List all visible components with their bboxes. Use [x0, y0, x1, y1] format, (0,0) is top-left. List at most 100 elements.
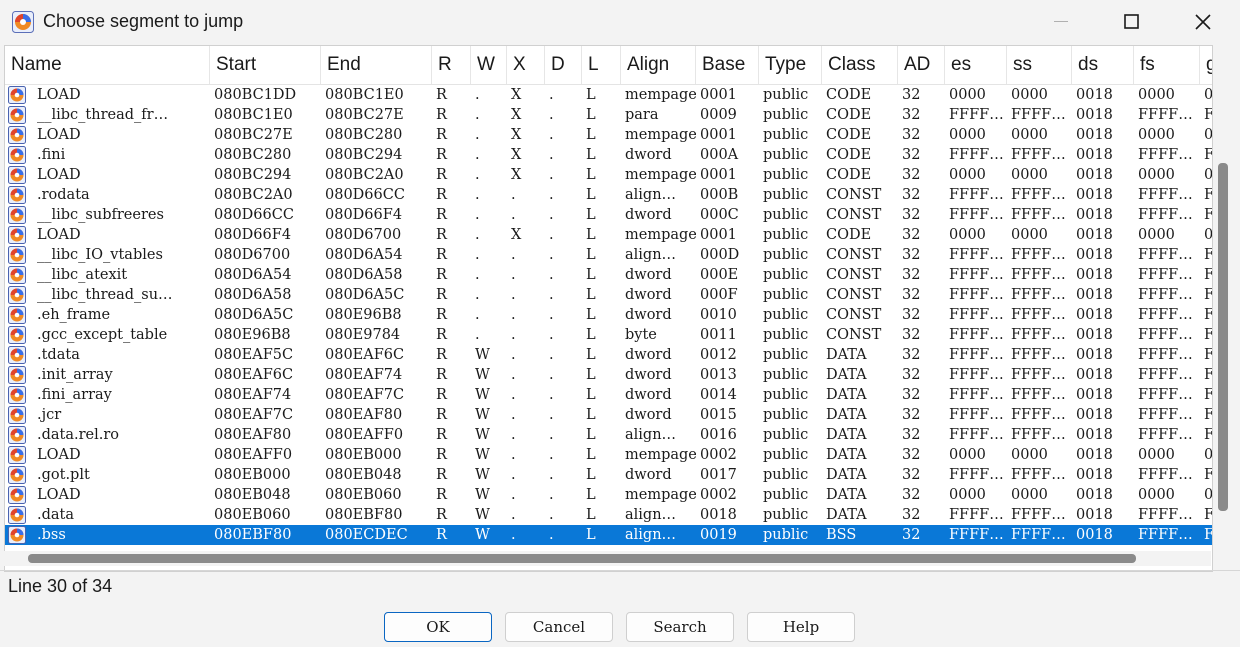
column-header-15[interactable]: ds — [1072, 46, 1134, 84]
table-row[interactable]: .tdata 080EAF5C 080EAF6C R W.. Ldword 0012 publ… — [5, 345, 1212, 365]
table-row[interactable]: __libc_atexit 080D6A54 080D6A58 R... Ldword 0… — [5, 265, 1212, 285]
cell-align: mempage — [625, 87, 696, 103]
minimize-button[interactable] — [1026, 0, 1096, 44]
cell-base: 0011 — [700, 327, 737, 343]
cell-w: W — [475, 467, 490, 483]
cell-x: . — [511, 287, 516, 303]
cell-l: L — [586, 267, 596, 283]
cell-end: 080BC280 — [325, 127, 403, 143]
column-header-17[interactable]: g — [1200, 46, 1212, 84]
cell-g: F — [1200, 525, 1212, 545]
cell-name: .got.plt — [37, 467, 90, 483]
table-row[interactable]: .jcr 080EAF7C 080EAF80 R W.. Ldword 0015 public… — [5, 405, 1212, 425]
column-header-9[interactable]: Base — [696, 46, 759, 84]
column-header-11[interactable]: Class — [822, 46, 898, 84]
cell-end: 080D66F4 — [325, 207, 403, 223]
cell-g: F — [1200, 505, 1212, 525]
column-header-10[interactable]: Type — [759, 46, 822, 84]
table-row[interactable]: .eh_frame 080D6A5C 080E96B8 R... Ldword 0010 p… — [5, 305, 1212, 325]
cell-align: dword — [625, 407, 672, 423]
column-header-2[interactable]: End — [321, 46, 432, 84]
table-row[interactable]: __libc_thread_fr… 080BC1E0 080BC27E R. X. Lpa… — [5, 105, 1212, 125]
horizontal-scroll-thumb[interactable] — [28, 554, 1136, 563]
cell-x: X — [511, 127, 522, 143]
column-header-16[interactable]: fs — [1134, 46, 1200, 84]
column-header-12[interactable]: AD — [898, 46, 945, 84]
table-row[interactable]: .fini_array 080EAF74 080EAF7C R W.. Ldword 001… — [5, 385, 1212, 405]
cancel-button[interactable]: Cancel — [505, 612, 613, 642]
cell-es: 0000 — [949, 447, 986, 463]
table-row[interactable]: LOAD 080BC294 080BC2A0 R. X. Lmempage 0001 publ… — [5, 165, 1212, 185]
column-header-3[interactable]: R — [432, 46, 471, 84]
table-row[interactable]: .data 080EB060 080EBF80 R W.. Lalign… 0018 publ… — [5, 505, 1212, 525]
search-button[interactable]: Search — [626, 612, 734, 642]
table-row[interactable]: .got.plt 080EB000 080EB048 R W.. Ldword 0017 pu… — [5, 465, 1212, 485]
cell-name: .gcc_except_table — [37, 327, 168, 343]
cell-fs: FFFF… — [1138, 327, 1193, 343]
segment-list[interactable]: Name Start End R W X D L Align Base Type Class AD es s… — [4, 45, 1213, 572]
cell-d: . — [549, 187, 554, 203]
cell-g: F — [1200, 365, 1212, 385]
cell-r: R — [436, 87, 447, 103]
column-header-5[interactable]: X — [507, 46, 545, 84]
table-row[interactable]: __libc_subfreeres 080D66CC 080D66F4 R... Ldw… — [5, 205, 1212, 225]
cell-es: FFFF… — [949, 287, 1004, 303]
horizontal-scrollbar[interactable] — [4, 551, 1211, 566]
cell-x: . — [511, 367, 516, 383]
cell-ss: 0000 — [1011, 127, 1048, 143]
cell-fs: FFFF… — [1138, 247, 1193, 263]
cell-g: 0 — [1204, 87, 1213, 103]
table-row[interactable]: LOAD 080D66F4 080D6700 R. X. Lmempage 0001 publ… — [5, 225, 1212, 245]
cell-type: public — [763, 387, 809, 403]
cell-x: . — [511, 447, 516, 463]
segment-icon — [8, 206, 26, 224]
cell-l: L — [586, 327, 596, 343]
cell-l: L — [586, 247, 596, 263]
cell-type: public — [763, 207, 809, 223]
cell-w: W — [475, 507, 490, 523]
table-row[interactable]: .gcc_except_table 080E96B8 080E9784 R... Lby… — [5, 325, 1212, 345]
vertical-scroll-thumb[interactable] — [1218, 163, 1228, 511]
column-header-7[interactable]: L — [582, 46, 621, 84]
table-row[interactable]: __libc_thread_su… 080D6A58 080D6A5C R... Ldw… — [5, 285, 1212, 305]
cell-name: .fini — [37, 147, 66, 163]
cell-align: dword — [625, 207, 672, 223]
column-header-0[interactable]: Name — [5, 46, 210, 84]
cell-es: FFFF… — [949, 467, 1004, 483]
cell-fs: 0000 — [1138, 87, 1175, 103]
cell-d: . — [549, 307, 554, 323]
column-header-1[interactable]: Start — [210, 46, 321, 84]
column-header-4[interactable]: W — [471, 46, 507, 84]
table-row[interactable]: LOAD 080BC1DD 080BC1E0 R. X. Lmempage 0001 publ… — [5, 85, 1212, 105]
table-row[interactable]: __libc_IO_vtables 080D6700 080D6A54 R... Lal… — [5, 245, 1212, 265]
table-row[interactable]: .rodata 080BC2A0 080D66CC R... Lalign… 000B pu… — [5, 185, 1212, 205]
cell-type: public — [763, 107, 809, 123]
cell-base: 0015 — [700, 407, 737, 423]
table-row[interactable]: .data.rel.ro 080EAF80 080EAFF0 R W.. Lalign… 0… — [5, 425, 1212, 445]
table-row[interactable]: LOAD 080BC27E 080BC280 R. X. Lmempage 0001 publ… — [5, 125, 1212, 145]
cell-es: FFFF… — [949, 327, 1004, 343]
cell-start: 080BC294 — [214, 167, 292, 183]
help-button[interactable]: Help — [747, 612, 855, 642]
cell-fs: FFFF… — [1138, 507, 1193, 523]
cell-es: FFFF… — [949, 367, 1004, 383]
vertical-scrollbar[interactable] — [1214, 45, 1234, 570]
close-button[interactable] — [1168, 0, 1238, 44]
column-header-6[interactable]: D — [545, 46, 582, 84]
cell-align: dword — [625, 387, 672, 403]
cell-fs: FFFF… — [1138, 527, 1193, 543]
table-row[interactable]: .init_array 080EAF6C 080EAF74 R W.. Ldword 001… — [5, 365, 1212, 385]
cell-r: R — [436, 107, 447, 123]
table-row[interactable]: LOAD 080EAFF0 080EB000 R W.. Lmempage 0002 publ… — [5, 445, 1212, 465]
cell-ss: FFFF… — [1011, 307, 1066, 323]
cell-start: 080BC1DD — [214, 87, 297, 103]
column-header-8[interactable]: Align — [621, 46, 696, 84]
table-row[interactable]: .bss 080EBF80 080ECDEC R W.. Lalign… 0019 publi… — [5, 525, 1212, 545]
cell-x: . — [511, 407, 516, 423]
table-row[interactable]: LOAD 080EB048 080EB060 R W.. Lmempage 0002 publ… — [5, 485, 1212, 505]
table-row[interactable]: .fini 080BC280 080BC294 R. X. Ldword 000A publi… — [5, 145, 1212, 165]
column-header-13[interactable]: es — [945, 46, 1007, 84]
ok-button[interactable]: OK — [384, 612, 492, 642]
column-header-14[interactable]: ss — [1007, 46, 1072, 84]
maximize-button[interactable] — [1097, 0, 1167, 44]
